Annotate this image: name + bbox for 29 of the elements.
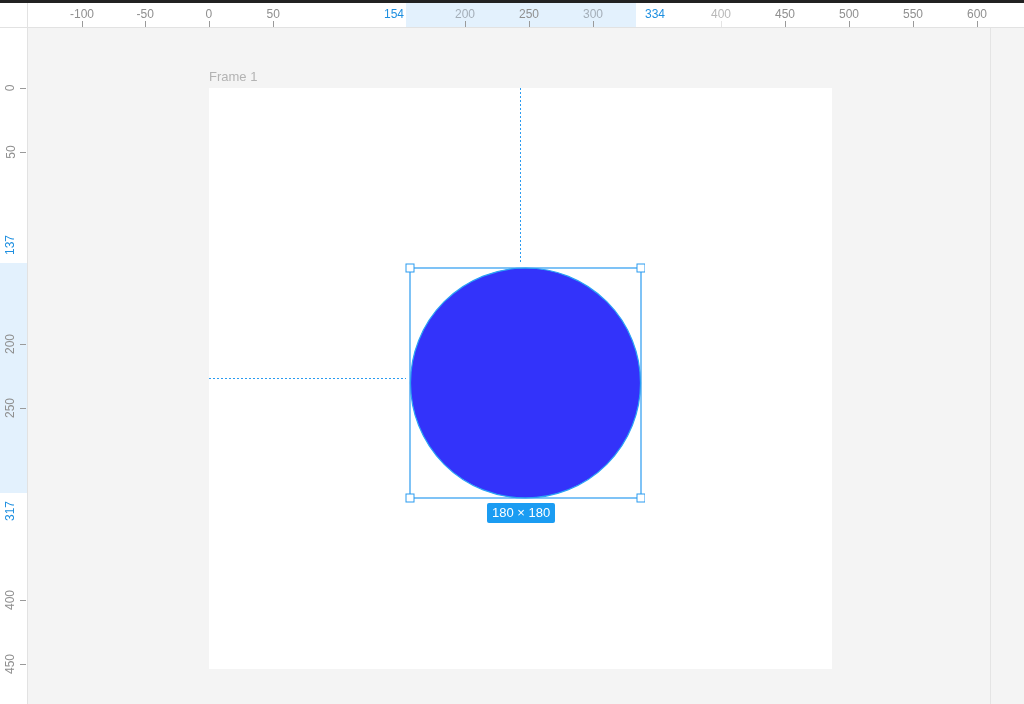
ruler-label: -100 (70, 7, 95, 21)
resize-handle[interactable] (405, 263, 415, 273)
ruler-label: 250 (519, 7, 540, 21)
ruler-label: 450 (775, 7, 796, 21)
ruler-label: 200 (455, 7, 476, 21)
ruler-label: 334 (645, 7, 666, 21)
ruler-label: 137 (3, 235, 17, 255)
ruler-label: 400 (3, 590, 17, 610)
resize-handle[interactable] (405, 493, 415, 503)
ruler-label: 550 (903, 7, 924, 21)
ruler-label: 50 (266, 7, 280, 21)
frame-title[interactable]: Frame 1 (209, 69, 258, 84)
size-label: 180 × 180 (487, 503, 556, 523)
ruler-label: 200 (3, 334, 17, 354)
ruler-label: 0 (205, 7, 213, 21)
resize-handle[interactable] (636, 263, 645, 273)
ruler-label: 600 (967, 7, 988, 21)
ruler-label: 154 (384, 7, 405, 21)
ruler-label: 250 (3, 398, 17, 418)
ruler-label: 450 (3, 654, 17, 674)
ruler-label: 500 (839, 7, 860, 21)
ruler-label: 317 (3, 501, 17, 521)
ruler-label: 50 (3, 145, 18, 159)
selected-circle[interactable] (409, 267, 642, 499)
ruler-label: 300 (583, 7, 604, 21)
ruler-label: 400 (711, 7, 732, 21)
ruler-label: 0 (2, 84, 17, 92)
resize-handle[interactable] (636, 493, 645, 503)
ruler-label: -50 (136, 7, 154, 21)
